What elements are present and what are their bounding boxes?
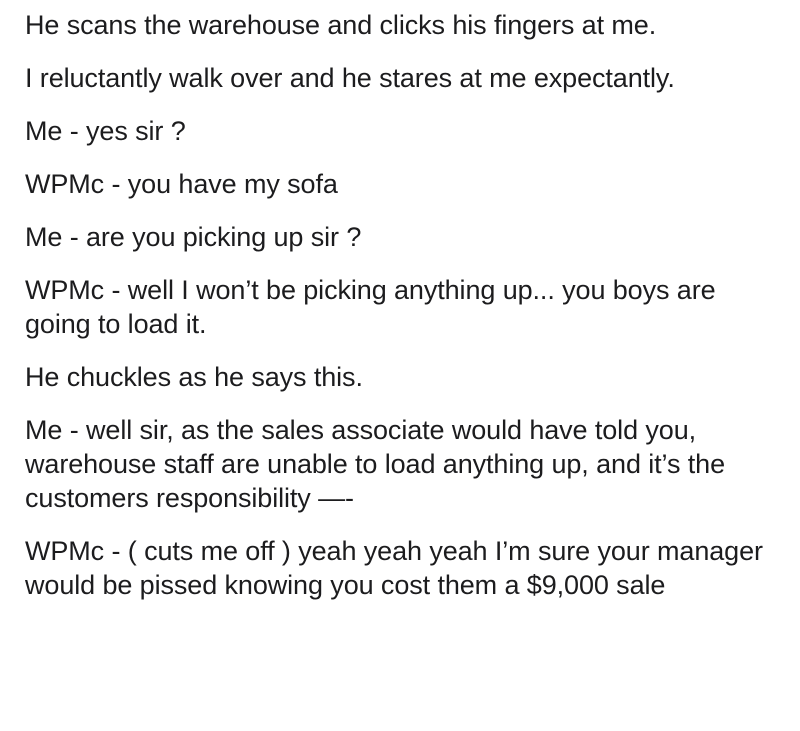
paragraph-7: He chuckles as he says this. [25, 362, 363, 392]
paragraph-6: WPMc - well I won’t be picking anything … [25, 275, 716, 339]
paragraph-4: WPMc - you have my sofa [25, 169, 338, 199]
paragraph-2: I reluctantly walk over and he stares at… [25, 63, 675, 93]
paragraph-9: WPMc - ( cuts me off ) yeah yeah yeah I’… [25, 536, 763, 600]
post-body: He scans the warehouse and clicks his fi… [25, 0, 785, 621]
paragraph-3: Me - yes sir ? [25, 116, 186, 146]
paragraph-5: Me - are you picking up sir ? [25, 222, 362, 252]
paragraph-8: Me - well sir, as the sales associate wo… [25, 415, 726, 513]
paragraph-1: He scans the warehouse and clicks his fi… [25, 10, 657, 40]
